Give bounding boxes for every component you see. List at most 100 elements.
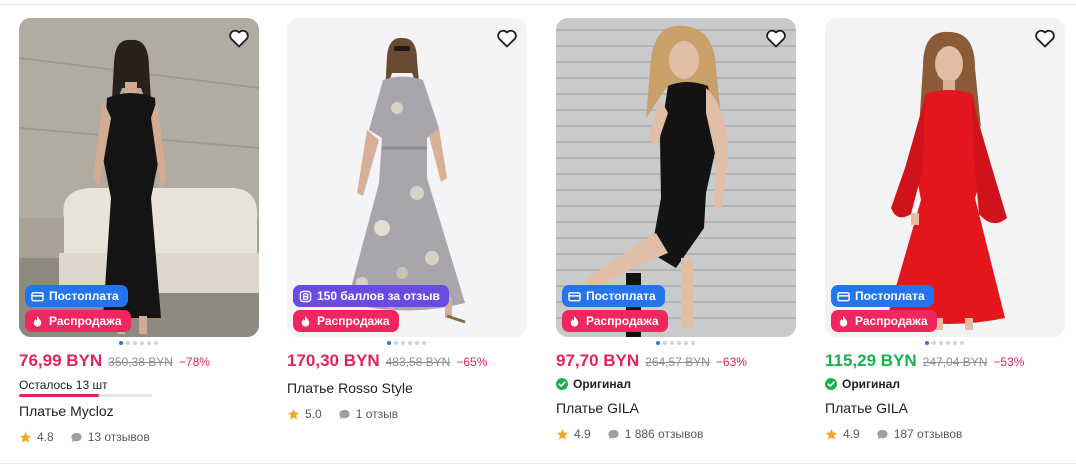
pager-dot — [415, 341, 419, 345]
top-divider — [0, 4, 1076, 5]
original-label: Оригинал — [842, 377, 900, 391]
product-title[interactable]: Платье GILA — [825, 400, 908, 416]
photo-pager-dots — [656, 341, 695, 345]
product-card[interactable]: Постоплата Распродажа 76,99 BYN 350,38 B… — [19, 18, 259, 458]
price-row: 97,70 BYN 264,57 BYN −63% — [556, 351, 747, 371]
original-badge: Оригинал — [556, 377, 631, 391]
postpay-badge: Постоплата — [25, 285, 128, 307]
product-title[interactable]: Платье Rosso Style — [287, 380, 413, 396]
postpay-badge: Постоплата — [562, 285, 665, 307]
product-card[interactable]: Постоплата Распродажа 97,70 BYN 264,57 B… — [556, 18, 796, 458]
rating-row: 4.9 187 отзывов — [825, 427, 962, 441]
current-price: 115,29 BYN — [825, 351, 917, 370]
comment-icon — [71, 432, 82, 442]
pager-dot — [946, 341, 950, 345]
card-icon — [31, 291, 44, 301]
favorite-heart-icon[interactable] — [764, 26, 788, 50]
rating-value: 4.9 — [843, 427, 860, 441]
sale-badge: Распродажа — [831, 310, 937, 332]
old-price: 350,38 BYN — [108, 355, 173, 369]
pager-dot — [677, 341, 681, 345]
discount-percent: −78% — [178, 355, 210, 369]
favorite-heart-icon[interactable] — [1033, 26, 1057, 50]
discount-percent: −65% — [456, 355, 488, 369]
postpay-badge: Постоплата — [831, 285, 934, 307]
pager-dot — [401, 341, 405, 345]
photo-pager-dots — [925, 341, 964, 345]
product-title[interactable]: Платье GILA — [556, 400, 639, 416]
pager-dot — [133, 341, 137, 345]
comment-icon — [339, 409, 350, 419]
badge-stack: 150 баллов за отзыв Распродажа — [293, 285, 449, 332]
pager-dot — [953, 341, 957, 345]
old-price: 483,58 BYN — [385, 355, 451, 369]
pager-dot — [670, 341, 674, 345]
favorite-heart-icon[interactable] — [227, 26, 251, 50]
comment-icon — [877, 429, 888, 439]
original-label: Оригинал — [573, 377, 631, 391]
fire-icon — [301, 315, 310, 327]
discount-percent: −53% — [993, 355, 1025, 369]
sale-badge: Распродажа — [293, 310, 399, 332]
comment-icon — [608, 429, 619, 439]
rating-row: 4.8 13 отзывов — [19, 430, 150, 444]
badge-label: Постоплата — [855, 289, 925, 303]
pager-dot — [939, 341, 943, 345]
product-card[interactable]: Постоплата Распродажа 115,29 BYN 247,04 … — [825, 18, 1065, 458]
product-photo[interactable]: Постоплата Распродажа — [556, 18, 796, 337]
pager-dot — [932, 341, 936, 345]
product-photo[interactable]: 150 баллов за отзыв Распродажа — [287, 18, 527, 337]
pager-dot — [925, 341, 929, 345]
badge-stack: Постоплата Распродажа — [25, 285, 131, 332]
reviews-count[interactable]: 13 отзывов — [88, 430, 150, 444]
pager-dot — [960, 341, 964, 345]
pager-dot — [387, 341, 391, 345]
pager-dot — [691, 341, 695, 345]
badge-label: Распродажа — [49, 314, 122, 328]
price-row: 170,30 BYN 483,58 BYN −65% — [287, 351, 487, 371]
pager-dot — [422, 341, 426, 345]
photo-pager-dots — [119, 341, 158, 345]
badge-label: Распродажа — [586, 314, 659, 328]
reviews-count[interactable]: 1 отзыв — [356, 407, 398, 421]
badge-label: Постоплата — [49, 289, 119, 303]
rating-row: 5.0 1 отзыв — [287, 407, 398, 421]
current-price: 97,70 BYN — [556, 351, 640, 370]
product-card[interactable]: 150 баллов за отзыв Распродажа 170,30 BY… — [287, 18, 527, 458]
star-icon — [556, 428, 569, 440]
badge-stack: Постоплата Распродажа — [831, 285, 937, 332]
pager-dot — [394, 341, 398, 345]
pager-dot — [119, 341, 123, 345]
pager-dot — [408, 341, 412, 345]
stock-progress-fill — [19, 394, 99, 397]
product-photo[interactable]: Постоплата Распродажа — [825, 18, 1065, 337]
reviews-count[interactable]: 187 отзывов — [894, 427, 963, 441]
original-badge: Оригинал — [825, 377, 900, 391]
bottom-divider — [0, 463, 1076, 464]
badge-label: 150 баллов за отзыв — [317, 289, 440, 303]
pager-dot — [147, 341, 151, 345]
points-icon — [299, 290, 312, 302]
product-title[interactable]: Платье Mycloz — [19, 403, 114, 419]
star-icon — [825, 428, 838, 440]
old-price: 264,57 BYN — [645, 355, 710, 369]
review-points-badge: 150 баллов за отзыв — [293, 285, 449, 307]
price-row: 115,29 BYN 247,04 BYN −53% — [825, 351, 1024, 371]
product-photo[interactable]: Постоплата Распродажа — [19, 18, 259, 337]
favorite-heart-icon[interactable] — [495, 26, 519, 50]
discount-percent: −63% — [715, 355, 747, 369]
pager-dot — [663, 341, 667, 345]
pager-dot — [656, 341, 660, 345]
old-price: 247,04 BYN — [922, 355, 988, 369]
badge-label: Распродажа — [317, 314, 390, 328]
fire-icon — [33, 315, 42, 327]
fire-icon — [839, 315, 848, 327]
reviews-count[interactable]: 1 886 отзывов — [625, 427, 704, 441]
pager-dot — [684, 341, 688, 345]
sale-badge: Распродажа — [25, 310, 131, 332]
current-price: 76,99 BYN — [19, 351, 103, 370]
rating-value: 5.0 — [305, 407, 322, 421]
star-icon — [287, 408, 300, 420]
sale-badge: Распродажа — [562, 310, 668, 332]
check-circle-icon — [556, 378, 568, 390]
